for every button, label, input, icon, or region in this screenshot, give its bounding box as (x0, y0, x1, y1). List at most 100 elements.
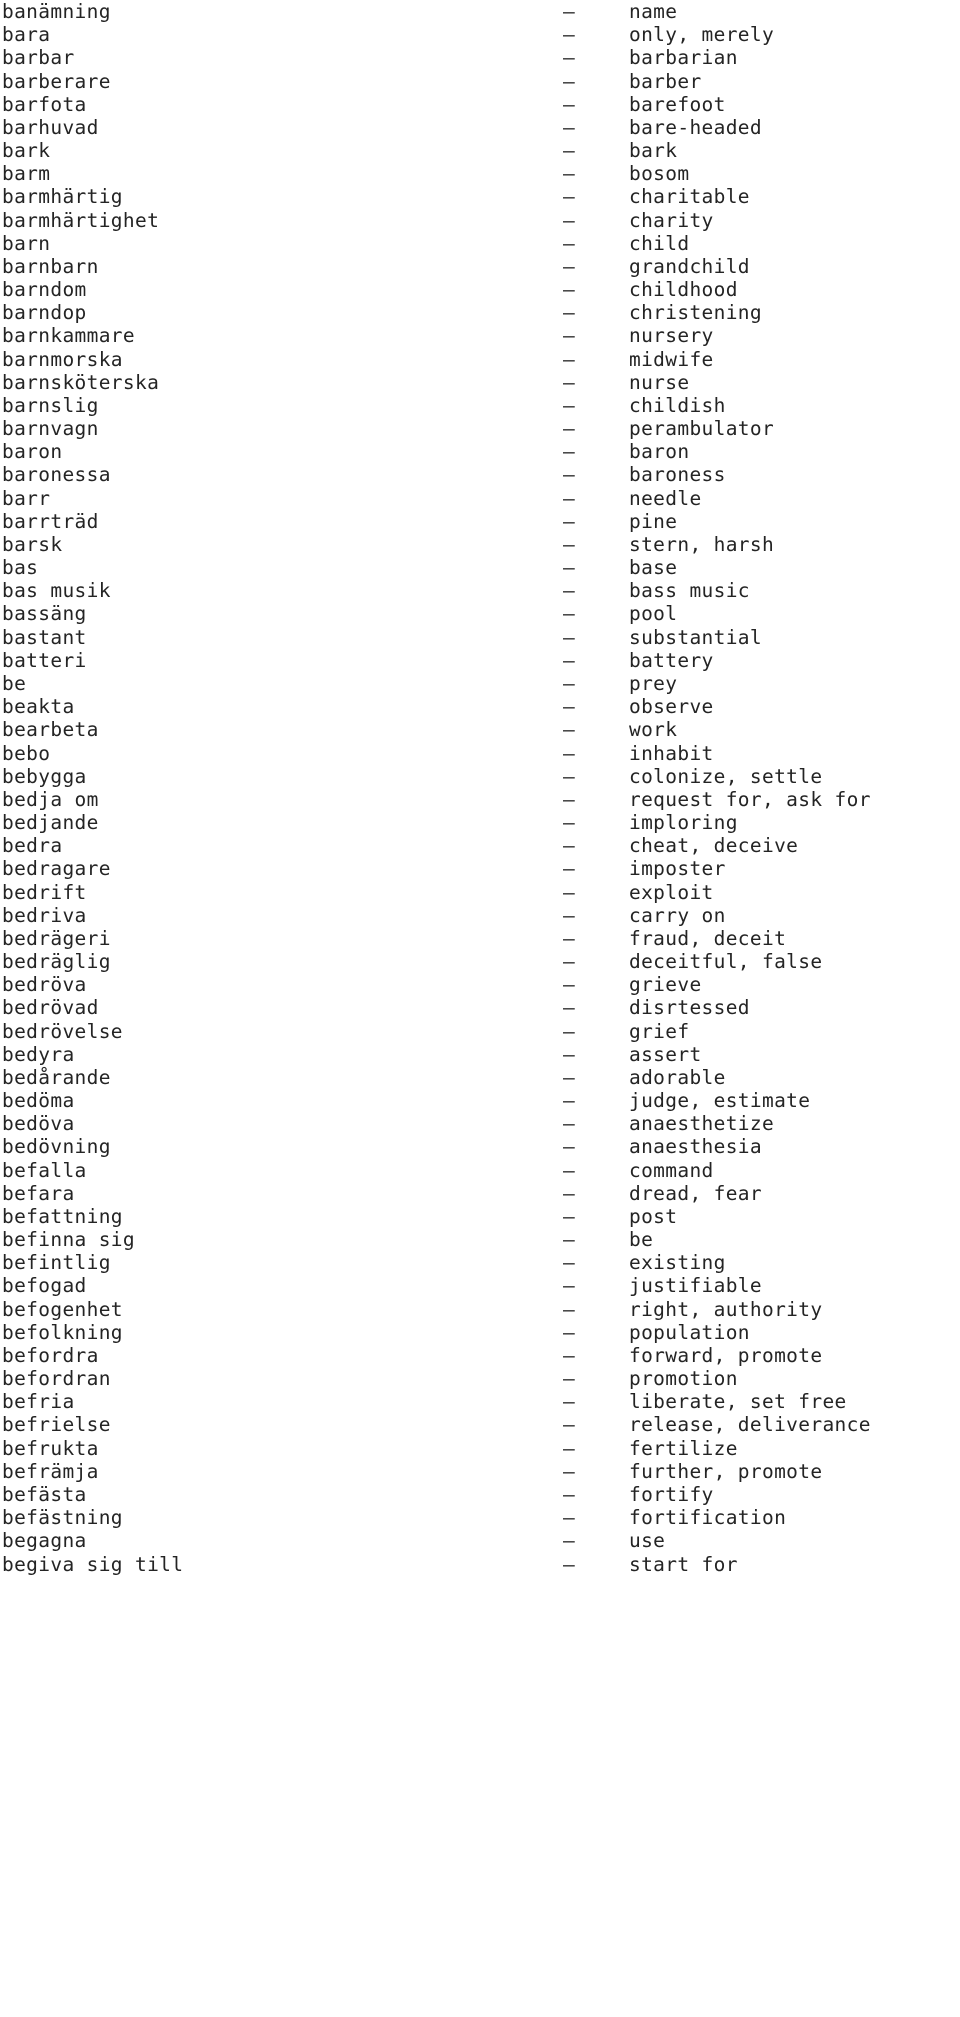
dash-separator-icon: – (563, 278, 576, 302)
english-translation: needle (629, 486, 702, 510)
swedish-term: barndop (2, 301, 87, 325)
dictionary-entry: begagna – use (0, 1529, 960, 1552)
dash-separator-icon: – (563, 1042, 576, 1066)
swedish-term: bedårande (2, 1065, 111, 1089)
dash-separator-icon: – (563, 579, 576, 603)
english-translation: release, deliverance (629, 1413, 871, 1437)
dictionary-entry: bedragare – imposter (0, 857, 960, 880)
swedish-term: bas (2, 556, 39, 580)
dictionary-entry: barn – child (0, 232, 960, 255)
dash-separator-icon: – (563, 741, 576, 765)
dash-separator-icon: – (563, 486, 576, 510)
english-translation: deceitful, false (629, 950, 823, 974)
dash-separator-icon: – (563, 1413, 576, 1437)
dash-separator-icon: – (563, 1181, 576, 1205)
dictionary-entry: barberare – barber (0, 70, 960, 93)
english-translation: fortification (629, 1506, 787, 1530)
english-translation: bass music (629, 579, 750, 603)
dictionary-entry: befordra – forward, promote (0, 1344, 960, 1367)
dash-separator-icon: – (563, 787, 576, 811)
english-translation: promotion (629, 1367, 738, 1391)
swedish-term: bedöva (2, 1112, 75, 1136)
dash-separator-icon: – (563, 1065, 576, 1089)
english-translation: be (629, 1228, 654, 1252)
swedish-term: barnslig (2, 393, 99, 417)
english-translation: exploit (629, 880, 714, 904)
dash-separator-icon: – (563, 324, 576, 348)
english-translation: perambulator (629, 417, 775, 441)
swedish-term: barnbarn (2, 254, 99, 278)
english-translation: disrtessed (629, 996, 750, 1020)
swedish-term: bedja om (2, 787, 99, 811)
swedish-term: bedröva (2, 973, 87, 997)
swedish-term: bedriva (2, 903, 87, 927)
dash-separator-icon: – (563, 973, 576, 997)
swedish-term: barn (2, 231, 51, 255)
dictionary-entry: banämning – name (0, 0, 960, 23)
dictionary-entry: be – prey (0, 672, 960, 695)
swedish-term: bebygga (2, 764, 87, 788)
swedish-term: barfota (2, 92, 87, 116)
english-translation: only, merely (629, 23, 775, 47)
swedish-term: bastant (2, 625, 87, 649)
dash-separator-icon: – (563, 92, 576, 116)
dictionary-entry: bara – only, merely (0, 23, 960, 46)
english-translation: base (629, 556, 678, 580)
swedish-term: baronessa (2, 463, 111, 487)
swedish-term: batteri (2, 648, 87, 672)
swedish-term: beakta (2, 695, 75, 719)
dictionary-entry: bedyra – assert (0, 1043, 960, 1066)
dash-separator-icon: – (563, 162, 576, 186)
dash-separator-icon: – (563, 903, 576, 927)
dictionary-entry: bedrövelse – grief (0, 1020, 960, 1043)
dash-separator-icon: – (563, 532, 576, 556)
dash-separator-icon: – (563, 370, 576, 394)
dash-separator-icon: – (563, 1158, 576, 1182)
english-translation: substantial (629, 625, 762, 649)
dash-separator-icon: – (563, 1552, 576, 1576)
english-translation: christening (629, 301, 762, 325)
dictionary-entry: barbar – barbarian (0, 46, 960, 69)
dictionary-entry: bedja om – request for, ask for (0, 788, 960, 811)
dictionary-entry: bedöva – anaesthetize (0, 1112, 960, 1135)
dictionary-entry: barmhärtighet – charity (0, 209, 960, 232)
dash-separator-icon: – (563, 1089, 576, 1113)
dash-separator-icon: – (563, 139, 576, 163)
english-translation: fraud, deceit (629, 926, 787, 950)
english-translation: anaesthesia (629, 1135, 762, 1159)
swedish-term: bara (2, 23, 51, 47)
dash-separator-icon: – (563, 1483, 576, 1506)
swedish-term: bedräglig (2, 950, 111, 974)
dictionary-entry: befrukta – fertilize (0, 1437, 960, 1460)
english-translation: charitable (629, 185, 750, 209)
swedish-term: befästning (2, 1506, 123, 1530)
dictionary-entry: bastant – substantial (0, 626, 960, 649)
dictionary-entry: bedriva – carry on (0, 904, 960, 927)
dash-separator-icon: – (563, 1343, 576, 1367)
dictionary-entry: bassäng – pool (0, 602, 960, 625)
dictionary-entry: barhuvad – bare-headed (0, 116, 960, 139)
dash-separator-icon: – (563, 417, 576, 441)
dash-separator-icon: – (563, 880, 576, 904)
swedish-term: bedragare (2, 857, 111, 881)
english-translation: anaesthetize (629, 1112, 775, 1136)
dash-separator-icon: – (563, 509, 576, 533)
dictionary-entry: befordran – promotion (0, 1367, 960, 1390)
swedish-term: bedjande (2, 811, 99, 835)
english-translation: work (629, 718, 678, 742)
dictionary-entry: barndom – childhood (0, 278, 960, 301)
swedish-term: barsk (2, 532, 63, 556)
swedish-term: befogad (2, 1274, 87, 1298)
english-translation: bosom (629, 162, 690, 186)
english-translation: prey (629, 671, 678, 695)
dash-separator-icon: – (563, 764, 576, 788)
english-translation: assert (629, 1042, 702, 1066)
english-translation: inhabit (629, 741, 714, 765)
dash-separator-icon: – (563, 950, 576, 974)
dash-separator-icon: – (563, 1112, 576, 1136)
english-translation: colonize, settle (629, 764, 823, 788)
english-translation: imploring (629, 811, 738, 835)
dash-separator-icon: – (563, 115, 576, 139)
swedish-term: be (2, 671, 27, 695)
dash-separator-icon: – (563, 996, 576, 1020)
